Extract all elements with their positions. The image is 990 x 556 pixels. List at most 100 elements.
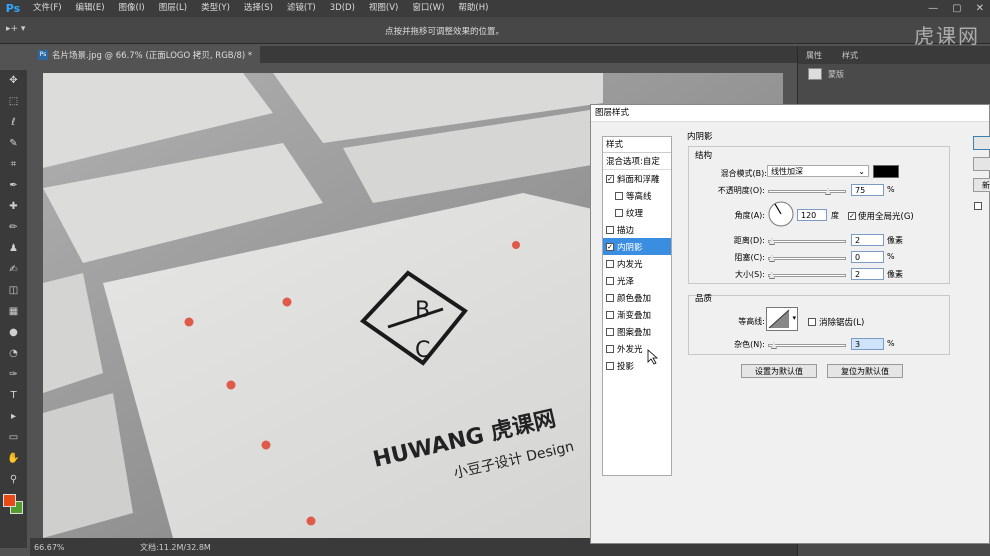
- style-checkbox[interactable]: [606, 344, 614, 353]
- menu-layer[interactable]: 图层(L): [152, 0, 194, 17]
- opacity-slider[interactable]: [768, 188, 846, 195]
- style-item[interactable]: 图案叠加: [603, 323, 671, 340]
- tab-properties[interactable]: 属性: [806, 50, 822, 61]
- menu-3d[interactable]: 3D(D): [323, 0, 362, 17]
- contour-picker[interactable]: ▾: [766, 307, 798, 331]
- noise-input[interactable]: 3: [851, 338, 884, 350]
- style-checkbox[interactable]: [606, 276, 614, 285]
- style-checkbox[interactable]: [615, 191, 623, 200]
- reset-default-button[interactable]: 复位为默认值: [827, 364, 903, 378]
- dodge-icon[interactable]: ◔: [0, 343, 27, 364]
- maximize-icon[interactable]: ▢: [952, 0, 961, 17]
- blend-color-swatch[interactable]: [873, 165, 899, 178]
- noise-slider[interactable]: [768, 342, 846, 349]
- menu-window[interactable]: 窗口(W): [405, 0, 451, 17]
- style-item-label: 渐变叠加: [617, 310, 652, 321]
- cancel-button[interactable]: [973, 157, 990, 171]
- tab-styles[interactable]: 样式: [842, 50, 858, 61]
- slider-thumb[interactable]: [769, 255, 775, 262]
- menu-filter[interactable]: 滤镜(T): [280, 0, 323, 17]
- history-brush-icon[interactable]: ✍: [0, 259, 27, 280]
- angle-input[interactable]: 120: [797, 209, 827, 221]
- preview-checkbox[interactable]: [974, 202, 982, 210]
- style-checkbox[interactable]: ✓: [606, 242, 614, 251]
- style-checkbox[interactable]: [606, 327, 614, 336]
- path-select-icon[interactable]: ▸: [0, 406, 27, 427]
- healing-icon[interactable]: ✚: [0, 196, 27, 217]
- menu-help[interactable]: 帮助(H): [451, 0, 495, 17]
- style-item[interactable]: ✓ 斜面和浮雕: [603, 170, 671, 187]
- global-light-option[interactable]: ✓ 使用全局光(G): [848, 210, 914, 222]
- distance-input[interactable]: 2: [851, 234, 884, 246]
- tool-preset-picker[interactable]: ▸+ ▾: [6, 24, 25, 34]
- foreground-color-swatch[interactable]: [3, 494, 16, 507]
- global-light-checkbox[interactable]: ✓: [848, 212, 856, 220]
- choke-input[interactable]: 0: [851, 251, 884, 263]
- zoom-icon[interactable]: ⚲: [0, 469, 27, 490]
- slider-thumb[interactable]: [771, 342, 777, 349]
- style-checkbox[interactable]: [615, 208, 623, 217]
- style-item[interactable]: 等高线: [603, 187, 671, 204]
- style-item[interactable]: 纹理: [603, 204, 671, 221]
- blur-icon[interactable]: ●: [0, 322, 27, 343]
- angle-dial[interactable]: [768, 201, 794, 227]
- document-tab[interactable]: Ps 名片场景.jpg @ 66.7% (正面LOGO 拷贝, RGB/8) *: [30, 46, 261, 63]
- gradient-icon[interactable]: ▦: [0, 301, 27, 322]
- blend-options-item[interactable]: 混合选项:自定: [603, 153, 671, 170]
- style-checkbox[interactable]: [606, 259, 614, 268]
- hand-icon[interactable]: ✋: [0, 448, 27, 469]
- slider-thumb[interactable]: [825, 188, 831, 195]
- section-title: 内阴影: [687, 132, 713, 142]
- slider-thumb[interactable]: [769, 238, 775, 245]
- lasso-icon[interactable]: ℓ: [0, 112, 27, 133]
- style-item[interactable]: 描边: [603, 221, 671, 238]
- color-swatches[interactable]: [3, 494, 23, 514]
- style-item[interactable]: ✓ 内阴影: [603, 238, 671, 255]
- blend-mode-select[interactable]: 线性加深 ⌄: [767, 165, 869, 177]
- menu-view[interactable]: 视图(V): [362, 0, 405, 17]
- minimize-icon[interactable]: —: [928, 0, 938, 17]
- style-item[interactable]: 光泽: [603, 272, 671, 289]
- distance-slider[interactable]: [768, 238, 846, 245]
- menu-file[interactable]: 文件(F): [26, 0, 69, 17]
- opacity-input[interactable]: 75: [851, 184, 884, 196]
- menu-edit[interactable]: 编辑(E): [69, 0, 112, 17]
- menu-select[interactable]: 选择(S): [237, 0, 280, 17]
- antialias-checkbox[interactable]: [808, 318, 816, 326]
- size-slider[interactable]: [768, 272, 846, 279]
- style-item[interactable]: 渐变叠加: [603, 306, 671, 323]
- style-checkbox[interactable]: [606, 225, 614, 234]
- menu-image[interactable]: 图像(I): [112, 0, 152, 17]
- size-input[interactable]: 2: [851, 268, 884, 280]
- pen-icon[interactable]: ✑: [0, 364, 27, 385]
- brush-icon[interactable]: ✏: [0, 217, 27, 238]
- close-icon[interactable]: ✕: [976, 0, 984, 17]
- ok-button[interactable]: [973, 136, 990, 150]
- move-icon[interactable]: ✥: [0, 70, 27, 91]
- type-icon[interactable]: T: [0, 385, 27, 406]
- set-default-button[interactable]: 设置为默认值: [741, 364, 817, 378]
- slider-thumb[interactable]: [769, 272, 775, 279]
- zoom-level[interactable]: 66.67%: [30, 543, 70, 552]
- style-checkbox[interactable]: [606, 293, 614, 302]
- style-checkbox[interactable]: ✓: [606, 174, 614, 183]
- crop-icon[interactable]: ⌗: [0, 154, 27, 175]
- menu-type[interactable]: 类型(Y): [194, 0, 237, 17]
- antialias-option[interactable]: 消除锯齿(L): [808, 316, 864, 328]
- mask-row[interactable]: 蒙版: [798, 64, 990, 84]
- style-item[interactable]: 投影: [603, 357, 671, 374]
- style-checkbox[interactable]: [606, 361, 614, 370]
- marquee-icon[interactable]: ⬚: [0, 91, 27, 112]
- style-list-header[interactable]: 样式: [603, 137, 671, 153]
- style-item[interactable]: 外发光: [603, 340, 671, 357]
- style-item[interactable]: 颜色叠加: [603, 289, 671, 306]
- stamp-icon[interactable]: ♟: [0, 238, 27, 259]
- style-checkbox[interactable]: [606, 310, 614, 319]
- style-item[interactable]: 内发光: [603, 255, 671, 272]
- shape-icon[interactable]: ▭: [0, 427, 27, 448]
- choke-slider[interactable]: [768, 255, 846, 262]
- new-style-button[interactable]: 新: [973, 178, 990, 192]
- quick-select-icon[interactable]: ✎: [0, 133, 27, 154]
- eraser-icon[interactable]: ◫: [0, 280, 27, 301]
- eyedropper-icon[interactable]: ✒: [0, 175, 27, 196]
